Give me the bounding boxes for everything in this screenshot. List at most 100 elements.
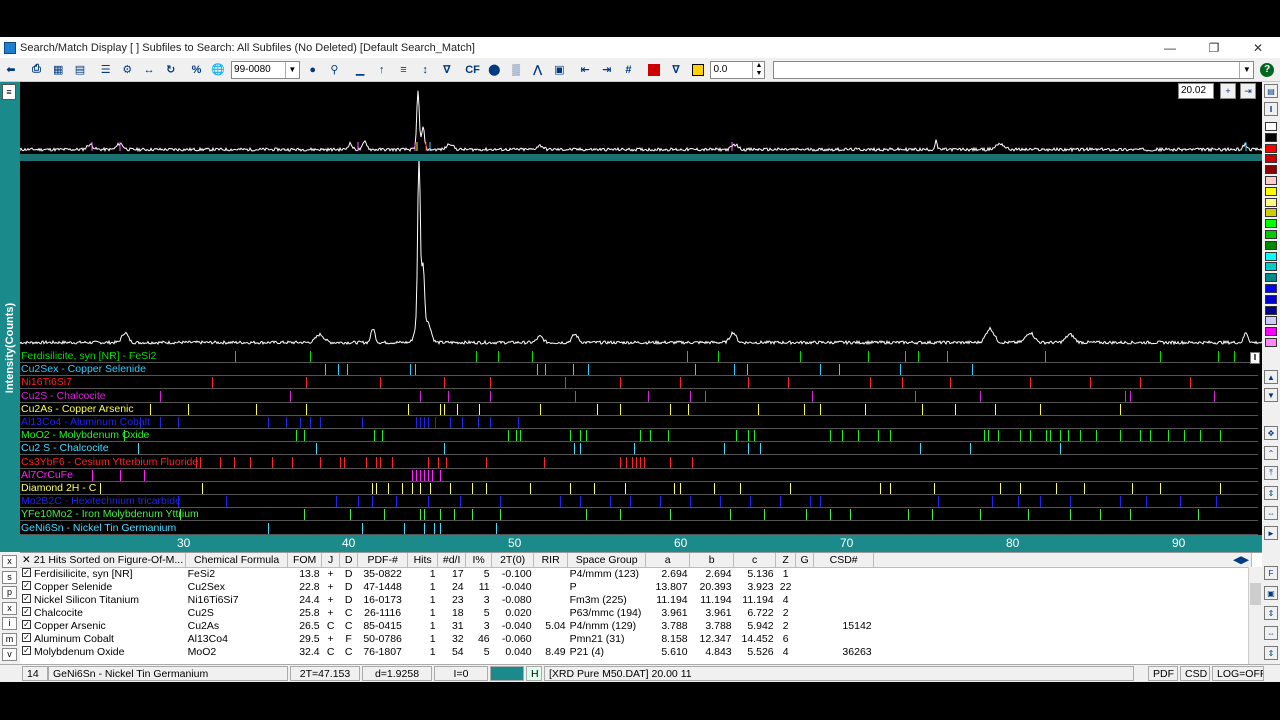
col-a[interactable]: a <box>645 553 691 568</box>
col-b[interactable]: b <box>689 553 735 568</box>
color-swatch[interactable] <box>1265 294 1277 304</box>
color-swatch[interactable] <box>1265 208 1277 218</box>
phase-lane[interactable]: Al7CrCuFe <box>20 469 1258 482</box>
scale-button[interactable]: ∇ <box>667 61 685 79</box>
columns-button[interactable]: ‖ <box>1264 102 1278 116</box>
table-row[interactable]: ✓ Molybdenum Oxide MoO2 32.4 C C 76-1807 1 54 5 0.… <box>20 646 1252 659</box>
toggle-button[interactable]: ⇔ <box>1264 506 1278 520</box>
color-swatch[interactable] <box>1265 176 1277 185</box>
color-swatch[interactable] <box>1265 186 1277 196</box>
side-tab[interactable]: i <box>2 617 17 630</box>
top-button[interactable]: ⤒ <box>1264 466 1278 480</box>
table-row[interactable]: ✓ Aluminum Cobalt Al13Co4 29.5 + F 50-0786 1 32 4… <box>20 633 1252 646</box>
help-button[interactable]: ? <box>1258 61 1276 79</box>
frame-button[interactable]: ▣ <box>551 61 569 79</box>
side-tab[interactable]: x <box>2 555 17 568</box>
color-swatch[interactable] <box>1265 165 1277 175</box>
status-pdf[interactable]: PDF <box>1148 666 1178 681</box>
refresh-button[interactable]: ↻ <box>162 61 180 79</box>
side-tab[interactable]: m <box>2 632 17 646</box>
menu-button[interactable]: ≡ <box>2 84 16 100</box>
contrast-button[interactable] <box>689 61 707 79</box>
scroll-up-button[interactable]: ▲ <box>1264 370 1278 384</box>
list-button[interactable]: ☰ <box>97 61 115 79</box>
minimize-button[interactable]: — <box>1148 37 1192 58</box>
fm-button[interactable]: F <box>1264 566 1278 580</box>
phase-lane[interactable]: Cu2As - Copper Arsenic <box>20 403 1258 416</box>
status-log[interactable]: LOG=OFF <box>1212 666 1264 681</box>
col-rir[interactable]: RIR <box>533 553 569 568</box>
col-pdf[interactable]: PDF-# <box>357 553 409 568</box>
status-csd[interactable]: CSD <box>1180 666 1210 681</box>
chevron-down-icon[interactable]: ▼ <box>284 61 299 78</box>
percent-button[interactable]: % <box>188 61 206 79</box>
color-swatch[interactable] <box>1265 132 1277 142</box>
col-space-group[interactable]: Space Group <box>567 553 647 568</box>
hits-header[interactable]: ✕ 21 Hits Sorted on Figure-Of-M... <box>20 553 187 568</box>
zoom-field[interactable]: 20.02 <box>1178 83 1214 99</box>
save-button[interactable]: ▦ <box>49 61 67 79</box>
grid-button[interactable]: # <box>620 61 638 79</box>
phase-lane[interactable]: Cs3YbF6 - Cesium Ytterbium Fluoride <box>20 456 1258 469</box>
profile-button[interactable]: ⋀ <box>529 61 547 79</box>
histogram-button[interactable]: ▁ <box>351 61 369 79</box>
row-checkbox[interactable]: ✓ <box>22 607 31 617</box>
col-fom[interactable]: FOM <box>287 553 323 568</box>
phase-lane[interactable]: Cu2 S - Chalcocite <box>20 442 1258 456</box>
threshold-spinner[interactable]: 0.0 ▲ ▼ <box>710 60 766 79</box>
col-2t0[interactable]: 2T(0) <box>491 553 535 568</box>
zoom-in-button[interactable]: + <box>1220 83 1236 99</box>
phase-lane[interactable]: MoO2 - Molybdenum Oxide <box>20 429 1258 443</box>
phase-lane[interactable]: Ferdisilicite, syn [NR] - FeSi2 <box>20 350 1258 363</box>
arrange-button[interactable]: ⇕ <box>1264 646 1278 660</box>
side-tab[interactable]: s <box>2 570 17 584</box>
side-tab[interactable]: x <box>2 601 17 615</box>
phase-lane[interactable]: Diamond 2H - C <box>20 482 1258 495</box>
d-spacing-button[interactable]: ↕ <box>416 61 434 79</box>
col-g[interactable]: G <box>795 553 815 568</box>
col-j[interactable]: J <box>321 553 341 568</box>
col-z[interactable]: Z <box>775 553 797 568</box>
phase-lane[interactable]: GeNi6Sn - Nickel Tin Germanium <box>20 522 1258 535</box>
close-button[interactable]: ✕ <box>1236 37 1280 58</box>
circle-button[interactable]: ⬤ <box>485 61 503 79</box>
bars-button[interactable]: ▒ <box>507 61 525 79</box>
align-button[interactable]: ⇤ <box>576 61 594 79</box>
color-swatch[interactable] <box>1265 251 1277 261</box>
status-color-block[interactable] <box>490 666 524 681</box>
scroll-thumb[interactable] <box>1250 583 1261 605</box>
col-csd[interactable]: CSD# <box>813 553 875 568</box>
color-swatch[interactable] <box>1265 240 1277 250</box>
phase-lane[interactable]: Al13Co4 - Aluminum Cobalt <box>20 416 1258 429</box>
color-swatch[interactable] <box>1265 316 1277 326</box>
color-swatch[interactable] <box>1265 197 1277 207</box>
phase-scroll-button[interactable]: ‖ <box>1250 352 1260 364</box>
pdf-number-combo[interactable]: 99-0080 ▼ <box>231 60 300 79</box>
main-plot[interactable] <box>19 156 1263 350</box>
next-button[interactable]: ► <box>1264 526 1278 540</box>
row-checkbox[interactable]: ✓ <box>22 568 31 578</box>
expand-button[interactable]: ↔ <box>140 61 158 79</box>
row-checkbox[interactable]: ✓ <box>22 646 31 656</box>
shift-button[interactable]: ⇥ <box>598 61 616 79</box>
color-swatch[interactable] <box>1265 154 1277 164</box>
spin-arrows-icon[interactable]: ▲ ▼ <box>752 61 764 78</box>
col-d[interactable]: D <box>339 553 359 568</box>
close-icon[interactable]: ✕ <box>22 554 31 566</box>
color-swatch[interactable] <box>1265 143 1277 153</box>
col-ipct[interactable]: I% <box>465 553 493 568</box>
table-row[interactable]: ✓ Ferdisilicite, syn [NR] FeSi2 13.8 + D 35-08… <box>20 567 1252 581</box>
settings-button[interactable]: ⚙ <box>119 61 137 79</box>
scroll-down-button[interactable]: ▼ <box>1264 388 1278 402</box>
cf-button[interactable]: CF <box>464 61 482 79</box>
table-row[interactable]: ✓ Copper Selenide Cu2Sex 22.8 + D 47-1448 1 24 11… <box>20 581 1252 594</box>
status-h[interactable]: H <box>526 666 542 681</box>
col-formula[interactable]: Chemical Formula <box>185 553 289 568</box>
stop-button[interactable] <box>645 61 663 79</box>
print-preview-button[interactable]: ▤ <box>71 61 89 79</box>
restore-button[interactable]: ❐ <box>1192 37 1236 58</box>
row-checkbox[interactable]: ✓ <box>22 620 31 630</box>
globe-button[interactable]: 🌐 <box>209 61 227 79</box>
panel-toggle-button[interactable]: ▤ <box>1264 84 1278 98</box>
phase-lane[interactable]: Cu2S - Chalcocite <box>20 390 1258 403</box>
